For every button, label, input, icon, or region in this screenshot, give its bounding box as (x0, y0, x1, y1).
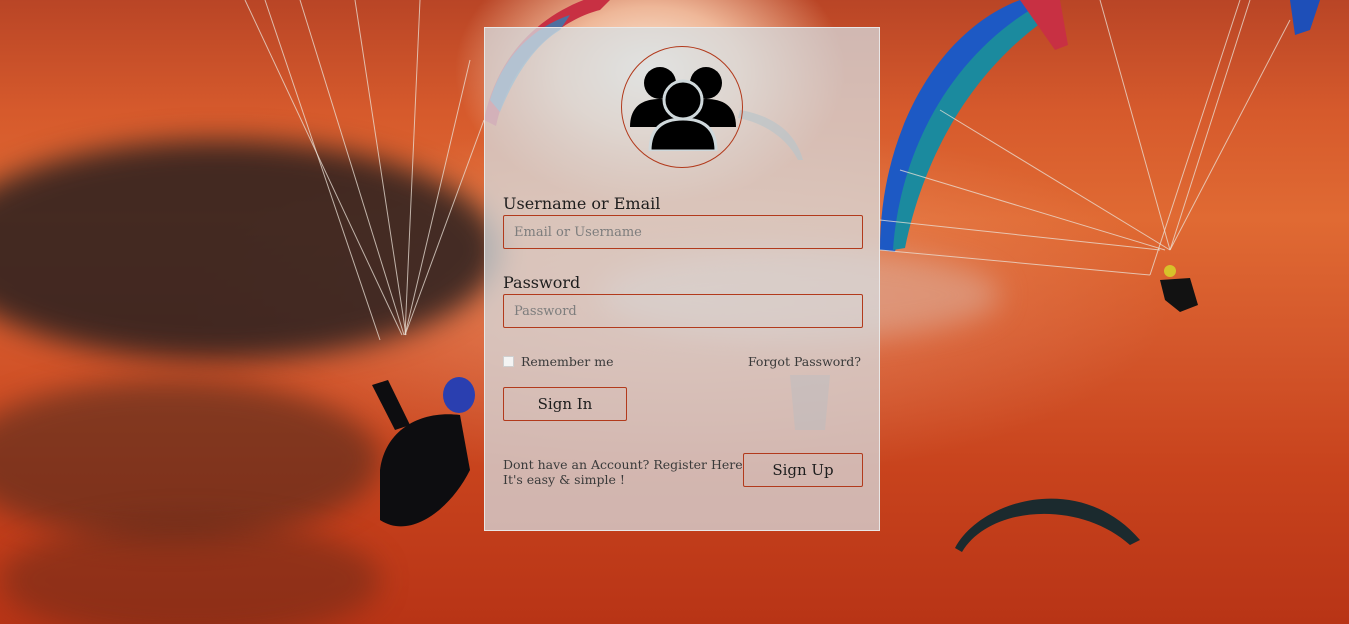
login-card: Username or Email Password Remember me F… (484, 27, 880, 531)
users-icon (630, 67, 736, 151)
forgot-password-link[interactable]: Forgot Password? (748, 354, 861, 369)
remember-label: Remember me (521, 354, 614, 369)
register-text-line2: It's easy & simple ! (503, 472, 625, 487)
sign-in-button[interactable]: Sign In (503, 387, 627, 421)
username-label: Username or Email (503, 194, 661, 213)
sign-up-button[interactable]: Sign Up (743, 453, 863, 487)
username-input[interactable] (503, 215, 863, 249)
register-prompt: Dont have an Account? Register Here It's… (503, 457, 743, 487)
remember-checkbox[interactable] (503, 356, 514, 367)
avatar (621, 46, 743, 168)
remember-me[interactable]: Remember me (503, 354, 614, 369)
password-input[interactable] (503, 294, 863, 328)
register-text-line1: Dont have an Account? Register Here (503, 457, 743, 472)
password-label: Password (503, 273, 581, 292)
